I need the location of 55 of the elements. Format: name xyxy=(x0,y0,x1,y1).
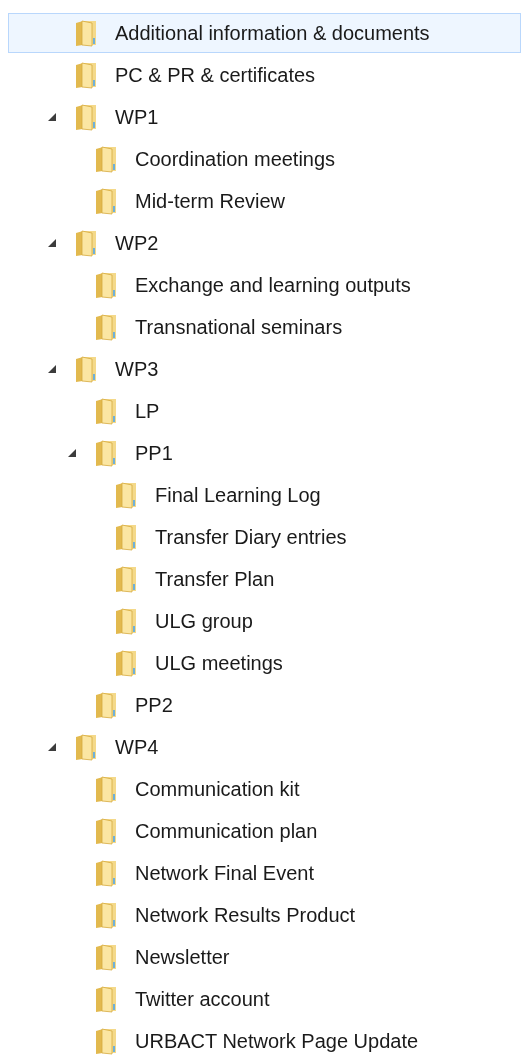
folder-icon xyxy=(114,481,138,509)
caret-icon[interactable] xyxy=(47,238,57,248)
tree-item[interactable]: Communication kit xyxy=(8,769,521,809)
folder-icon xyxy=(114,565,138,593)
folder-icon xyxy=(94,817,118,845)
caret-icon[interactable] xyxy=(47,742,57,752)
folder-icon xyxy=(114,523,138,551)
folder-icon xyxy=(94,439,118,467)
tree-item[interactable]: WP4 xyxy=(8,727,521,767)
tree-item[interactable]: Newsletter xyxy=(8,937,521,977)
folder-icon xyxy=(94,187,118,215)
tree-item[interactable]: WP1 xyxy=(8,97,521,137)
tree-item[interactable]: LP xyxy=(8,391,521,431)
folder-icon xyxy=(94,271,118,299)
folder-icon xyxy=(94,943,118,971)
tree-item[interactable]: Transnational seminars xyxy=(8,307,521,347)
tree-item[interactable]: Final Learning Log xyxy=(8,475,521,515)
folder-icon xyxy=(94,985,118,1013)
tree-item[interactable]: Mid-term Review xyxy=(8,181,521,221)
folder-icon xyxy=(74,19,98,47)
folder-icon xyxy=(94,145,118,173)
tree-item[interactable]: Twitter account xyxy=(8,979,521,1019)
tree-item[interactable]: PP2 xyxy=(8,685,521,725)
tree-item[interactable]: PP1 xyxy=(8,433,521,473)
tree-item[interactable]: Exchange and learning outputs xyxy=(8,265,521,305)
folder-icon xyxy=(74,61,98,89)
tree-item[interactable]: ULG meetings xyxy=(8,643,521,683)
tree-item[interactable]: Network Results Product xyxy=(8,895,521,935)
folder-icon xyxy=(94,1027,118,1055)
tree-item[interactable]: Transfer Diary entries xyxy=(8,517,521,557)
tree-item[interactable]: Network Final Event xyxy=(8,853,521,893)
tree-item[interactable]: Transfer Plan xyxy=(8,559,521,599)
folder-icon xyxy=(74,229,98,257)
folder-icon xyxy=(94,859,118,887)
folder-icon xyxy=(114,649,138,677)
caret-icon[interactable] xyxy=(47,112,57,122)
tree-item[interactable]: ULG group xyxy=(8,601,521,641)
tree-item[interactable]: WP2 xyxy=(8,223,521,263)
tree-item[interactable]: URBACT Network Page Update xyxy=(8,1021,521,1056)
tree-item[interactable]: WP3 xyxy=(8,349,521,389)
folder-icon xyxy=(114,607,138,635)
folder-icon xyxy=(94,691,118,719)
caret-icon[interactable] xyxy=(67,448,77,458)
folder-icon xyxy=(94,775,118,803)
folder-icon xyxy=(94,397,118,425)
tree-item[interactable]: Coordination meetings xyxy=(8,139,521,179)
caret-icon[interactable] xyxy=(47,364,57,374)
folder-icon xyxy=(94,313,118,341)
folder-icon xyxy=(74,733,98,761)
folder-icon xyxy=(74,355,98,383)
tree-item[interactable]: PC & PR & certificates xyxy=(8,55,521,95)
tree-item[interactable]: Additional information & documents xyxy=(8,13,521,53)
folder-icon xyxy=(94,901,118,929)
tree-item[interactable]: Communication plan xyxy=(8,811,521,851)
folder-icon xyxy=(74,103,98,131)
